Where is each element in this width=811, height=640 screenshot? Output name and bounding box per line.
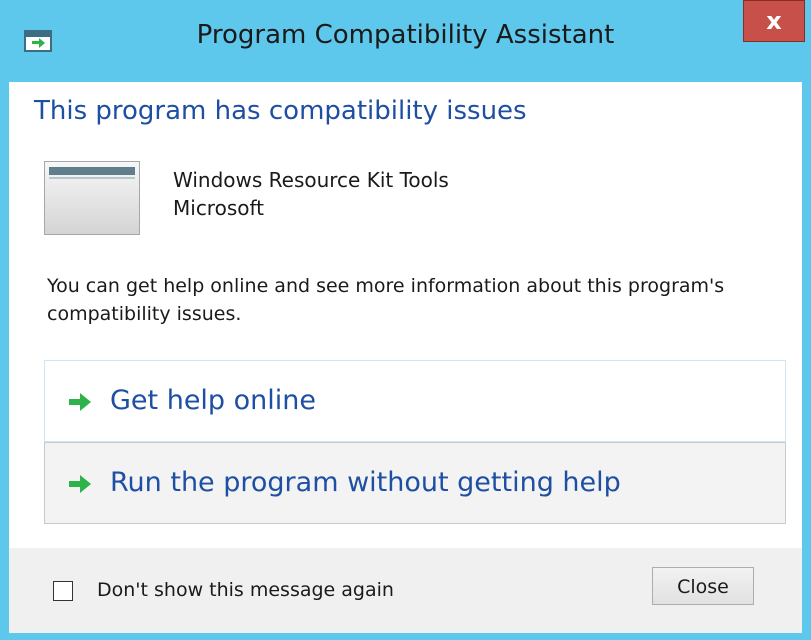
close-icon: x bbox=[766, 7, 782, 35]
program-compatibility-icon bbox=[24, 30, 52, 52]
run-without-help-label: Run the program without getting help bbox=[110, 467, 621, 498]
main-heading: This program has compatibility issues bbox=[34, 96, 527, 126]
dialog-footer: Don't show this message again Close bbox=[9, 548, 802, 633]
window-title: Program Compatibility Assistant bbox=[196, 20, 615, 50]
program-window-icon bbox=[44, 161, 140, 235]
get-help-online-button[interactable]: Get help online bbox=[44, 360, 786, 442]
run-without-help-button[interactable]: Run the program without getting help bbox=[44, 442, 786, 524]
dont-show-again-checkbox[interactable] bbox=[53, 581, 73, 601]
window-close-button[interactable]: x bbox=[743, 0, 805, 42]
get-help-online-label: Get help online bbox=[110, 385, 317, 416]
dont-show-again-label[interactable]: Don't show this message again bbox=[97, 579, 394, 601]
green-arrow-icon bbox=[69, 393, 91, 411]
program-publisher: Microsoft bbox=[173, 196, 265, 220]
close-button[interactable]: Close bbox=[652, 567, 754, 605]
green-arrow-icon bbox=[69, 475, 91, 493]
program-name: Windows Resource Kit Tools bbox=[173, 168, 449, 192]
info-text: You can get help online and see more inf… bbox=[47, 275, 725, 325]
dialog-content: This program has compatibility issues Wi… bbox=[9, 82, 802, 548]
title-bar[interactable]: Program Compatibility Assistant x bbox=[0, 0, 811, 82]
dialog-window: Program Compatibility Assistant x This p… bbox=[0, 0, 811, 640]
